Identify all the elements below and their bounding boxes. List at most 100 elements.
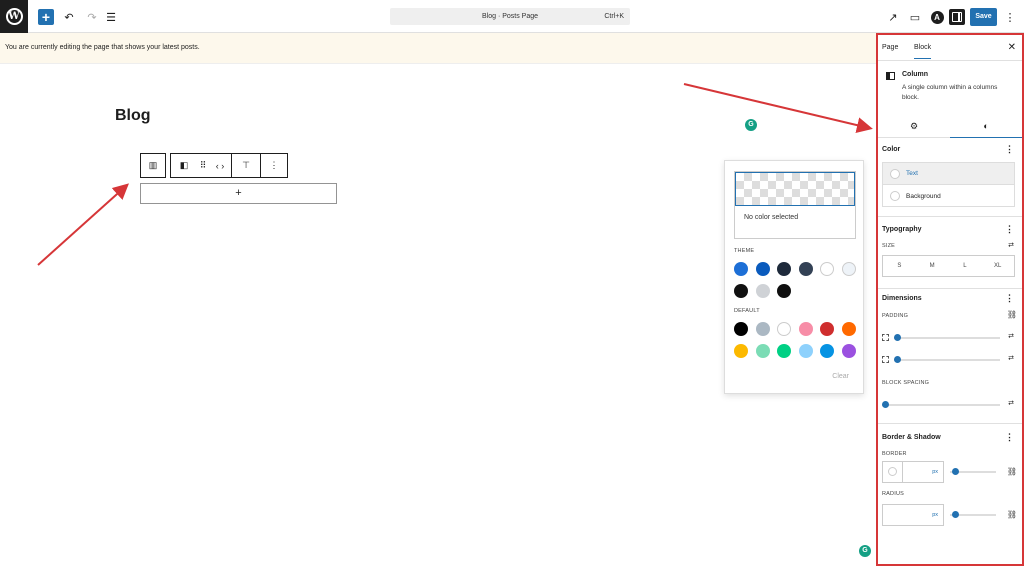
settings-sidebar: Page Block ✕ Column A single column with… [876, 33, 1024, 566]
document-overview-icon[interactable]: ☰ [103, 9, 119, 25]
spacing-custom-toggle-icon[interactable]: ⇄ [1008, 399, 1014, 407]
page-title[interactable]: Blog [115, 107, 151, 125]
tab-block[interactable]: Block [914, 44, 932, 59]
border-unit[interactable]: px [932, 469, 938, 475]
color-swatch[interactable] [820, 262, 835, 276]
wordpress-logo-button[interactable]: W [0, 0, 28, 33]
color-swatch[interactable] [777, 284, 792, 298]
slider-track [894, 359, 1000, 361]
move-arrows-icon[interactable]: ‹ › [209, 154, 231, 177]
color-swatch[interactable] [734, 284, 748, 298]
document-title: Blog · Posts Page [481, 13, 539, 20]
vertical-sides-icon [882, 334, 889, 341]
block-spacing-slider[interactable]: ⇄ [882, 400, 1018, 410]
column-block-icon[interactable]: ◧ [171, 154, 197, 177]
color-swatch[interactable] [798, 262, 813, 276]
border-width-input[interactable]: px [882, 461, 944, 483]
slider-knob[interactable] [952, 511, 959, 518]
radius-slider[interactable] [950, 510, 1000, 520]
color-swatch[interactable] [734, 344, 748, 358]
tab-page[interactable]: Page [882, 44, 898, 51]
command-palette-bar[interactable]: Blog · Posts Page Ctrl+K [390, 8, 630, 25]
text-color-swatch [890, 168, 900, 179]
size-option-l[interactable]: L [949, 256, 982, 276]
block-options-icon[interactable]: ⋮ [261, 154, 287, 177]
slider-knob[interactable] [894, 356, 901, 363]
size-option-s[interactable]: S [883, 256, 916, 276]
block-inserter-button[interactable]: + [38, 9, 54, 25]
styles-tab[interactable]: ◐ [950, 114, 1022, 138]
grammarly-icon[interactable]: G [745, 119, 757, 131]
sidebar-tabs: Page Block ✕ [878, 35, 1022, 61]
astra-settings-button[interactable]: A [929, 9, 945, 25]
settings-tab[interactable]: ⚙ [878, 114, 950, 138]
radius-input[interactable]: px [882, 504, 944, 526]
notice-text: You are currently editing the page that … [5, 44, 200, 51]
add-block-appender[interactable]: + [140, 183, 337, 204]
size-custom-toggle-icon[interactable]: ⇄ [1008, 241, 1014, 249]
more-options-icon[interactable]: ⋮ [1002, 9, 1018, 25]
color-swatch[interactable] [734, 322, 748, 336]
save-button[interactable]: Save [970, 8, 997, 26]
dimensions-options-icon[interactable]: ⋮ [1005, 293, 1014, 304]
slider-knob[interactable] [882, 401, 889, 408]
color-swatch[interactable] [842, 262, 856, 276]
border-label: BORDER [882, 451, 907, 457]
color-swatch[interactable] [777, 322, 792, 336]
border-width-slider[interactable] [950, 467, 1000, 477]
block-spacing-label: BLOCK SPACING [882, 380, 930, 386]
background-color-swatch [890, 191, 900, 201]
color-swatch[interactable] [842, 322, 856, 336]
annotation-arrow-toolbar [37, 183, 129, 266]
transparent-checkerboard[interactable] [735, 172, 855, 206]
undo-icon[interactable]: ↶ [61, 9, 77, 25]
link-sides-icon[interactable]: ⛓ [1007, 310, 1017, 319]
color-swatch[interactable] [755, 344, 770, 358]
color-swatch[interactable] [842, 344, 856, 358]
text-color-item[interactable]: Text [883, 163, 1014, 185]
color-swatch[interactable] [755, 262, 770, 276]
background-color-item[interactable]: Background [883, 185, 1014, 207]
color-swatch[interactable] [798, 322, 813, 336]
color-swatch[interactable] [755, 322, 770, 336]
text-color-label: Text [906, 170, 918, 177]
redo-icon[interactable]: ↷ [84, 9, 100, 25]
link-sides-icon[interactable]: ⛓ [1007, 467, 1017, 476]
clear-button[interactable]: Clear [832, 373, 849, 380]
color-swatch[interactable] [777, 344, 792, 358]
padding-vertical-slider[interactable]: ⇄ [882, 333, 1018, 343]
color-swatch[interactable] [755, 284, 770, 298]
settings-sidebar-toggle[interactable] [949, 9, 965, 25]
horizontal-sides-icon [882, 356, 889, 363]
slider-knob[interactable] [952, 468, 959, 475]
padding-custom-toggle-icon[interactable]: ⇄ [1008, 332, 1014, 340]
dimensions-section-title: Dimensions [882, 295, 922, 302]
color-options-icon[interactable]: ⋮ [1005, 144, 1014, 155]
grammarly-icon[interactable]: G [859, 545, 871, 557]
size-option-m[interactable]: M [916, 256, 949, 276]
link-corners-icon[interactable]: ⛓ [1007, 510, 1017, 519]
color-swatch[interactable] [820, 344, 835, 358]
posts-page-notice: You are currently editing the page that … [0, 33, 876, 64]
border-options-icon[interactable]: ⋮ [1005, 432, 1014, 443]
view-page-icon[interactable]: ↗ [885, 9, 901, 25]
preview-device-icon[interactable]: ▭ [907, 9, 923, 25]
typography-section-title: Typography [882, 226, 922, 233]
size-option-xl[interactable]: XL [981, 256, 1014, 276]
padding-horizontal-slider[interactable]: ⇄ [882, 355, 1018, 365]
block-description: A single column within a columns block. [902, 84, 998, 101]
drag-handle-icon[interactable]: ⠿ [197, 154, 209, 177]
color-swatch[interactable] [734, 262, 748, 276]
color-swatch[interactable] [777, 262, 792, 276]
radius-unit[interactable]: px [932, 512, 938, 518]
color-swatch[interactable] [820, 322, 835, 336]
border-color-button[interactable] [883, 462, 903, 482]
color-swatch[interactable] [798, 344, 813, 358]
section-divider [878, 216, 1022, 217]
select-parent-block-icon[interactable]: ▥ [141, 154, 165, 177]
padding-custom-toggle-icon[interactable]: ⇄ [1008, 354, 1014, 362]
close-icon[interactable]: ✕ [1008, 42, 1016, 53]
vertical-align-icon[interactable]: ⊤ [232, 154, 260, 177]
slider-knob[interactable] [894, 334, 901, 341]
typography-options-icon[interactable]: ⋮ [1005, 224, 1014, 235]
